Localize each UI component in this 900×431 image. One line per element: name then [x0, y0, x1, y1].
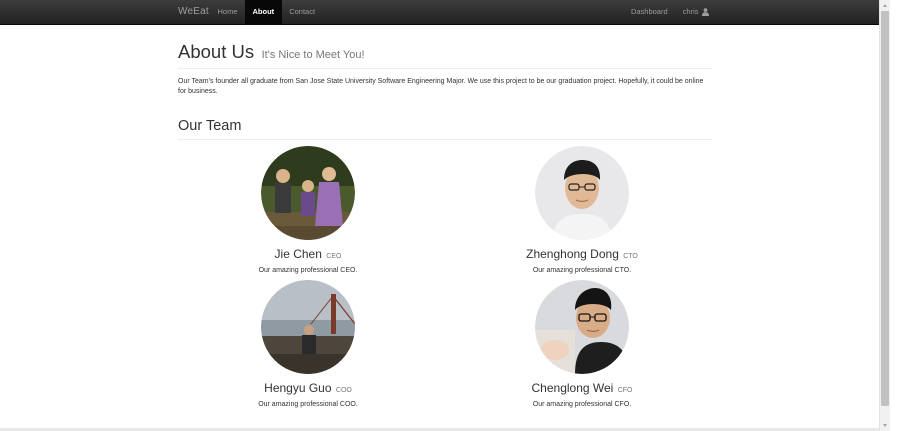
vertical-scrollbar[interactable]	[879, 0, 890, 431]
page-title: About Us	[178, 41, 255, 62]
scrollbar-thumb[interactable]	[881, 11, 889, 406]
nav-right: Dashboard chris	[623, 0, 716, 24]
member-name: Jie Chen	[274, 247, 322, 261]
member-role: CFO	[617, 387, 633, 394]
member-name-row: Chenglong Wei CFO	[492, 381, 672, 398]
member-description: Our amazing professional CFO.	[532, 401, 632, 408]
team-heading: Our Team	[178, 117, 712, 140]
nav-about-link[interactable]: About	[245, 0, 282, 24]
member-description: Our amazing professional CEO.	[258, 267, 358, 274]
member-role: CEO	[326, 253, 342, 260]
user-name: chris	[682, 7, 699, 16]
page-subtitle: It's Nice to Meet You!	[261, 49, 365, 61]
member-photo-zhenghong-dong	[535, 146, 629, 240]
nav-links: Home About Contact	[210, 0, 323, 24]
member-name-row: Hengyu Guo COO	[218, 381, 398, 398]
page-header: About Us It's Nice to Meet You!	[178, 41, 712, 69]
member-photo-hengyu-guo	[261, 280, 355, 374]
member-role: CTO	[623, 253, 638, 260]
intro-text: Our Team's founder all graduate from San…	[178, 78, 704, 95]
member-name-row: Zhenghong Dong CTO	[492, 247, 672, 264]
member-photo-jie-chen	[261, 146, 355, 240]
team-member-card: Zhenghong Dong CTO Our amazing professio…	[492, 146, 672, 276]
main-container: About Us It's Nice to Meet You! Our Team…	[178, 24, 712, 140]
page: WeEat Home About Contact Dashboard chris	[0, 0, 890, 431]
member-name: Chenglong Wei	[531, 381, 614, 395]
user-icon	[701, 8, 709, 16]
nav-user-menu[interactable]: chris	[675, 0, 716, 24]
team-member-card: Jie Chen CEO Our amazing professional CE…	[218, 146, 398, 276]
brand-link[interactable]: WeEat	[178, 0, 209, 24]
member-name: Hengyu Guo	[264, 381, 332, 395]
member-name-row: Jie Chen CEO	[218, 247, 398, 264]
nav-contact-link[interactable]: Contact	[282, 0, 323, 24]
scroll-down-arrow-icon[interactable]	[880, 421, 890, 431]
member-description: Our amazing professional COO.	[258, 401, 358, 408]
member-role: COO	[335, 387, 352, 394]
team-member-card: Chenglong Wei CFO Our amazing profession…	[492, 280, 672, 410]
navbar: WeEat Home About Contact Dashboard chris	[0, 0, 890, 25]
nav-home-link[interactable]: Home	[210, 0, 245, 24]
team-member-card: Hengyu Guo COO Our amazing professional …	[218, 280, 398, 410]
scroll-up-arrow-icon[interactable]	[880, 0, 890, 10]
member-description: Our amazing professional CTO.	[532, 267, 632, 274]
navbar-container: WeEat Home About Contact Dashboard chris	[170, 0, 720, 24]
member-name: Zhenghong Dong	[526, 247, 619, 261]
nav-dashboard-link[interactable]: Dashboard	[623, 0, 675, 24]
member-photo-chenglong-wei	[535, 280, 629, 374]
